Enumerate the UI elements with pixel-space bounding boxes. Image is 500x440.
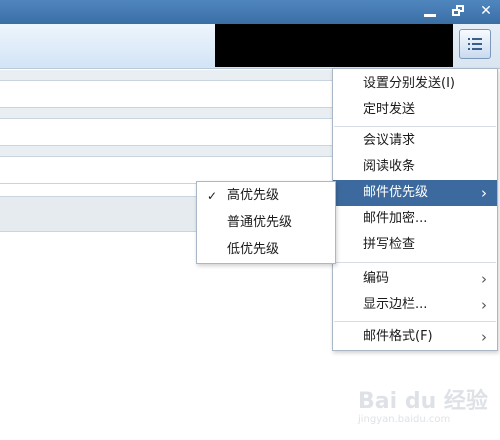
close-icon[interactable]: ✕ xyxy=(477,2,495,20)
toolbar xyxy=(0,24,500,69)
chevron-right-icon: › xyxy=(481,328,487,346)
menu-divider xyxy=(334,126,496,127)
more-options-button[interactable] xyxy=(459,29,491,59)
title-bar: ✕ xyxy=(0,0,500,24)
chevron-right-icon: › xyxy=(481,270,487,288)
field-separator xyxy=(0,146,340,156)
restore-icon[interactable] xyxy=(450,2,468,20)
minimize-icon[interactable] xyxy=(421,2,439,20)
menu-item-encoding[interactable]: 编码 › xyxy=(333,266,497,292)
chevron-right-icon: › xyxy=(481,184,487,202)
submenu-item-normal-priority[interactable]: 普通优先级 xyxy=(197,210,335,236)
menu-item-mail-format[interactable]: 邮件格式(F) › xyxy=(333,324,497,350)
options-menu: 设置分别发送(I) 定时发送 会议请求 阅读收条 邮件优先级 › 邮件加密...… xyxy=(332,68,498,351)
menu-divider xyxy=(334,321,496,322)
menu-item-meeting-request[interactable]: 会议请求 xyxy=(333,128,497,154)
menu-divider xyxy=(334,262,496,263)
recipient-field[interactable] xyxy=(0,80,340,108)
menu-item-send-separately[interactable]: 设置分别发送(I) xyxy=(333,71,497,97)
chevron-right-icon: › xyxy=(481,296,487,314)
subject-field[interactable] xyxy=(0,156,340,184)
menu-item-read-receipt[interactable]: 阅读收条 xyxy=(333,154,497,180)
redacted-region xyxy=(215,24,453,67)
field-separator xyxy=(0,108,340,118)
list-menu-icon xyxy=(468,37,482,51)
submenu-item-high-priority[interactable]: ✓ 高优先级 xyxy=(197,183,335,209)
menu-item-mail-priority[interactable]: 邮件优先级 › xyxy=(333,180,497,206)
priority-submenu: ✓ 高优先级 普通优先级 低优先级 xyxy=(196,181,336,264)
menu-item-spell-check[interactable]: 拼写检查 xyxy=(333,232,497,258)
menu-item-show-sidebar[interactable]: 显示边栏... › xyxy=(333,292,497,318)
cc-field[interactable] xyxy=(0,118,340,146)
menu-item-scheduled-send[interactable]: 定时发送 xyxy=(333,97,497,123)
checkmark-icon: ✓ xyxy=(207,189,218,203)
field-separator xyxy=(0,70,340,80)
toolbar-panel xyxy=(0,24,215,67)
baidu-watermark: Bai du 经验 jingyan.baidu.com xyxy=(358,389,488,426)
menu-item-mail-encryption[interactable]: 邮件加密... xyxy=(333,206,497,232)
submenu-item-low-priority[interactable]: 低优先级 xyxy=(197,237,335,263)
